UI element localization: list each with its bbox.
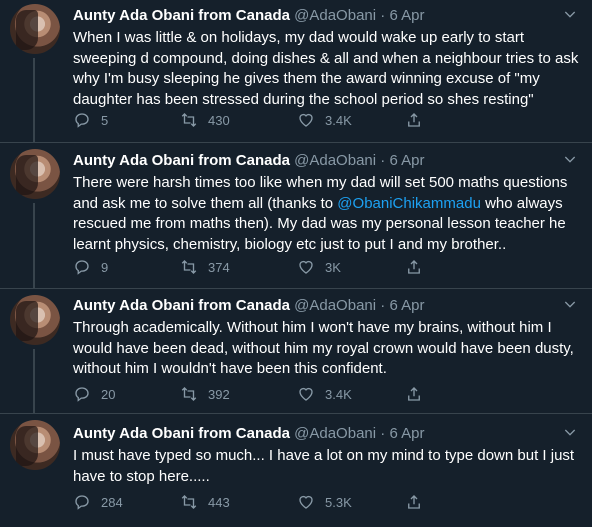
retweet-icon: [181, 113, 197, 127]
retweet-count: 430: [208, 112, 230, 128]
like-count: 3.4K: [325, 112, 352, 128]
retweet-icon: [181, 495, 197, 509]
reply-button[interactable]: 9: [73, 257, 108, 277]
tweet-actions: 5 430 3.4K: [73, 110, 473, 130]
tweet-date[interactable]: 6 Apr: [389, 152, 424, 169]
tweet-actions: 284 443 5.3K: [73, 492, 473, 512]
reply-icon: [75, 495, 89, 510]
tweet-header: Aunty Ada Obani from Canada @AdaObani · …: [73, 6, 562, 26]
avatar[interactable]: [10, 4, 60, 54]
reply-count: 20: [101, 386, 116, 402]
share-icon: [408, 387, 420, 401]
avatar[interactable]: [10, 149, 60, 199]
tweet-header: Aunty Ada Obani from Canada @AdaObani · …: [73, 151, 562, 171]
retweet-count: 443: [208, 494, 230, 510]
share-icon: [408, 113, 420, 127]
reply-count: 5: [101, 112, 109, 128]
thread-connector: [33, 349, 35, 414]
like-button[interactable]: 5.3K: [297, 492, 352, 512]
separator-dot: ·: [380, 297, 386, 314]
like-count: 3.4K: [325, 386, 352, 402]
avatar[interactable]: [10, 420, 60, 470]
display-name[interactable]: Aunty Ada Obani from Canada: [73, 7, 290, 24]
reply-icon: [75, 113, 89, 128]
retweet-count: 392: [208, 386, 230, 402]
mention-link[interactable]: @ObaniChikammadu: [337, 195, 481, 212]
chevron-down-icon[interactable]: [562, 6, 578, 22]
retweet-icon: [181, 260, 197, 274]
reply-count: 284: [101, 494, 123, 510]
user-handle[interactable]: @AdaObani: [294, 425, 376, 442]
tweet-date[interactable]: 6 Apr: [389, 425, 424, 442]
like-button[interactable]: 3.4K: [297, 110, 352, 130]
heart-icon: [299, 387, 313, 401]
tweet-date[interactable]: 6 Apr: [389, 297, 424, 314]
user-handle[interactable]: @AdaObani: [294, 152, 376, 169]
tweet[interactable]: Aunty Ada Obani from Canada @AdaObani · …: [0, 143, 592, 289]
tweet-text: When I was little & on holidays, my dad …: [73, 29, 579, 108]
tweet[interactable]: Aunty Ada Obani from Canada @AdaObani · …: [0, 289, 592, 414]
share-icon: [408, 495, 420, 509]
retweet-button[interactable]: 392: [180, 384, 230, 404]
tweet-text: Through academically. Without him I won'…: [73, 319, 574, 377]
share-button[interactable]: [405, 110, 433, 130]
like-button[interactable]: 3.4K: [297, 384, 352, 404]
like-button[interactable]: 3K: [297, 257, 341, 277]
tweet[interactable]: Aunty Ada Obani from Canada @AdaObani · …: [0, 414, 592, 527]
share-button[interactable]: [405, 384, 433, 404]
tweet-actions: 9 374 3K: [73, 257, 473, 277]
tweet-text: I must have typed so much... I have a lo…: [73, 447, 575, 485]
like-count: 5.3K: [325, 494, 352, 510]
tweet-text: There were harsh times too like when my …: [73, 173, 579, 255]
tweet[interactable]: Aunty Ada Obani from Canada @AdaObani · …: [0, 0, 592, 143]
avatar[interactable]: [10, 295, 60, 345]
separator-dot: ·: [380, 152, 386, 169]
tweet-header: Aunty Ada Obani from Canada @AdaObani · …: [73, 424, 562, 444]
tweet-thread: Aunty Ada Obani from Canada @AdaObani · …: [0, 0, 592, 527]
reply-icon: [75, 260, 89, 275]
reply-button[interactable]: 20: [73, 384, 115, 404]
retweet-button[interactable]: 443: [180, 492, 230, 512]
display-name[interactable]: Aunty Ada Obani from Canada: [73, 425, 290, 442]
tweet-actions: 20 392 3.4K: [73, 384, 473, 404]
display-name[interactable]: Aunty Ada Obani from Canada: [73, 152, 290, 169]
chevron-down-icon[interactable]: [562, 151, 578, 167]
tweet-date[interactable]: 6 Apr: [389, 7, 424, 24]
user-handle[interactable]: @AdaObani: [294, 7, 376, 24]
heart-icon: [299, 113, 313, 127]
tweet-header: Aunty Ada Obani from Canada @AdaObani · …: [73, 296, 562, 316]
reply-count: 9: [101, 259, 109, 275]
share-button[interactable]: [405, 257, 433, 277]
display-name[interactable]: Aunty Ada Obani from Canada: [73, 297, 290, 314]
thread-connector: [33, 203, 35, 289]
reply-button[interactable]: 284: [73, 492, 123, 512]
heart-icon: [299, 495, 313, 509]
like-count: 3K: [325, 259, 341, 275]
thread-connector: [33, 58, 35, 143]
retweet-button[interactable]: 374: [180, 257, 230, 277]
user-handle[interactable]: @AdaObani: [294, 297, 376, 314]
share-button[interactable]: [405, 492, 433, 512]
separator-dot: ·: [380, 7, 386, 24]
reply-icon: [75, 387, 89, 402]
chevron-down-icon[interactable]: [562, 296, 578, 312]
retweet-count: 374: [208, 259, 230, 275]
retweet-button[interactable]: 430: [180, 110, 230, 130]
separator-dot: ·: [380, 425, 386, 442]
retweet-icon: [181, 387, 197, 401]
heart-icon: [299, 260, 313, 274]
share-icon: [408, 260, 420, 274]
chevron-down-icon[interactable]: [562, 424, 578, 440]
reply-button[interactable]: 5: [73, 110, 108, 130]
